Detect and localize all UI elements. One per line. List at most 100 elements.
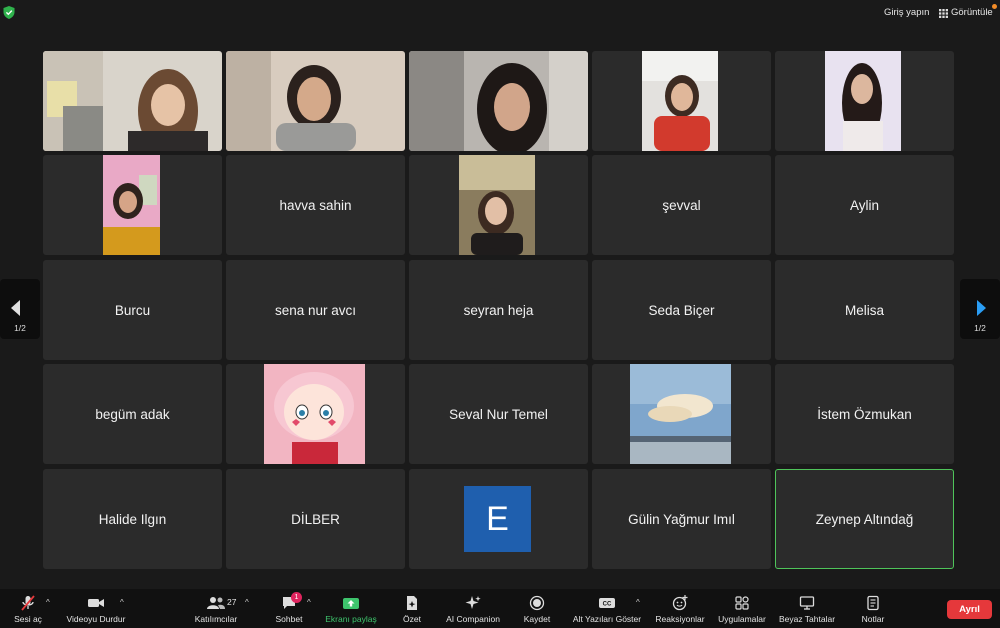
sign-in-button[interactable]: Giriş yapın — [878, 5, 935, 21]
audio-options-caret[interactable]: ^ — [46, 598, 50, 607]
whiteboard-icon — [799, 596, 815, 610]
emoji-reaction-icon — [672, 595, 688, 611]
participant-avatar: E — [464, 486, 531, 552]
participant-tile[interactable]: İstem Özmukan — [775, 364, 954, 464]
stop-video-label: Videoyu Durdur — [66, 614, 126, 624]
chevron-left-icon — [11, 300, 20, 316]
stop-video-button[interactable]: Videoyu Durdur — [63, 589, 129, 628]
chat-options-caret[interactable]: ^ — [307, 598, 311, 607]
participant-name: İstem Özmukan — [817, 406, 912, 422]
notification-dot — [991, 4, 997, 9]
participant-name: Seval Nur Temel — [449, 406, 548, 422]
previous-page-button[interactable]: 1/2 — [0, 279, 40, 339]
participant-name: Aylin — [849, 197, 880, 213]
page-indicator: 1/2 — [974, 323, 986, 333]
participant-tile[interactable] — [43, 155, 222, 255]
apps-button[interactable]: Uygulamalar — [716, 589, 768, 628]
show-captions-label: Alt Yazıları Göster — [572, 614, 642, 624]
notes-button[interactable]: Notlar — [858, 589, 888, 628]
participant-name: begüm adak — [95, 406, 170, 422]
participant-tile[interactable] — [226, 51, 405, 151]
participant-name: DİLBER — [291, 511, 340, 527]
participant-tile[interactable] — [409, 155, 588, 255]
svg-text:CC: CC — [603, 602, 612, 608]
share-screen-label: Ekranı paylaş — [325, 614, 377, 624]
share-screen-button[interactable]: Ekranı paylaş — [322, 589, 380, 628]
participant-video — [825, 51, 901, 151]
participants-icon — [207, 597, 225, 609]
summary-button[interactable]: Özet — [398, 589, 426, 628]
next-page-button[interactable]: 1/2 — [960, 279, 1000, 339]
chevron-right-icon — [977, 300, 986, 316]
reactions-button[interactable]: Reaksiyonlar — [654, 589, 706, 628]
participants-button[interactable]: Katılımcılar — [192, 589, 240, 628]
grid-view-icon — [939, 8, 948, 18]
security-shield-icon[interactable] — [3, 6, 15, 19]
participant-tile[interactable] — [775, 51, 954, 151]
ai-companion-button[interactable]: AI Companion — [444, 589, 502, 628]
unmute-button[interactable]: Sesi aç — [10, 589, 46, 628]
captions-options-caret[interactable]: ^ — [636, 598, 640, 607]
summary-label: Özet — [403, 614, 421, 624]
page-indicator: 1/2 — [14, 323, 26, 333]
sparkle-icon — [465, 596, 481, 609]
participant-name: seyran heja — [463, 302, 534, 318]
reactions-label: Reaksiyonlar — [655, 614, 705, 624]
participant-tile[interactable]: sena nur avcı — [226, 260, 405, 360]
participant-tile[interactable] — [592, 51, 771, 151]
participant-tile[interactable] — [409, 51, 588, 151]
participant-tile[interactable] — [43, 51, 222, 151]
participant-video — [409, 51, 588, 151]
participants-label: Katılımcılar — [194, 614, 238, 624]
participant-name: Halide Ilgın — [98, 511, 167, 527]
participant-tile[interactable]: begüm adak — [43, 364, 222, 464]
video-options-caret[interactable]: ^ — [120, 598, 124, 607]
record-label: Kaydet — [523, 614, 551, 624]
participant-tile[interactable]: şevval — [592, 155, 771, 255]
show-captions-button[interactable]: CC Alt Yazıları Göster — [571, 589, 643, 628]
video-camera-icon — [88, 599, 104, 607]
participant-tile[interactable]: Seval Nur Temel — [409, 364, 588, 464]
record-icon — [529, 595, 545, 611]
summary-document-icon — [407, 596, 417, 610]
participant-name: Melisa — [844, 302, 884, 318]
view-button[interactable]: Görüntüle — [934, 4, 998, 21]
notes-label: Notlar — [861, 614, 885, 624]
unmute-label: Sesi aç — [14, 614, 42, 624]
participant-tile[interactable] — [226, 364, 405, 464]
participant-video — [103, 155, 160, 255]
apps-label: Uygulamalar — [718, 614, 766, 624]
leave-meeting-button[interactable]: Ayrıl — [947, 600, 992, 619]
participant-tile[interactable] — [592, 364, 771, 464]
participant-tile[interactable]: E — [409, 469, 588, 569]
participant-video — [43, 51, 222, 151]
whiteboards-button[interactable]: Beyaz Tahtalar — [777, 589, 837, 628]
top-bar: Giriş yapın Görüntüle — [0, 0, 1000, 26]
participant-name: Gülin Yağmur Imıl — [628, 511, 735, 527]
participant-name: şevval — [662, 197, 701, 213]
participant-video — [642, 51, 718, 151]
participant-tile[interactable]: DİLBER — [226, 469, 405, 569]
record-button[interactable]: Kaydet — [521, 589, 553, 628]
participant-tile-active-speaker[interactable]: Zeynep Altındağ — [775, 469, 954, 569]
microphone-muted-icon — [21, 595, 35, 611]
participant-tile[interactable]: Aylin — [775, 155, 954, 255]
share-screen-icon — [343, 598, 359, 609]
chat-unread-badge: 1 — [291, 592, 302, 603]
participant-tile[interactable]: Gülin Yağmur Imıl — [592, 469, 771, 569]
participant-tile[interactable]: Melisa — [775, 260, 954, 360]
view-label: Görüntüle — [951, 7, 993, 18]
participant-tile[interactable]: Seda Biçer — [592, 260, 771, 360]
participant-tile[interactable]: seyran heja — [409, 260, 588, 360]
participant-name: havva sahin — [279, 197, 352, 213]
ai-companion-label: AI Companion — [446, 614, 500, 624]
participant-tile[interactable]: Burcu — [43, 260, 222, 360]
participant-video — [459, 155, 535, 255]
participant-profile-picture — [630, 364, 731, 464]
participant-name: Zeynep Altındağ — [815, 511, 914, 527]
participants-options-caret[interactable]: ^ — [245, 598, 249, 607]
closed-captions-icon: CC — [599, 598, 615, 608]
participant-tile[interactable]: Halide Ilgın — [43, 469, 222, 569]
participant-tile[interactable]: havva sahin — [226, 155, 405, 255]
participants-count: 27 — [227, 597, 237, 607]
